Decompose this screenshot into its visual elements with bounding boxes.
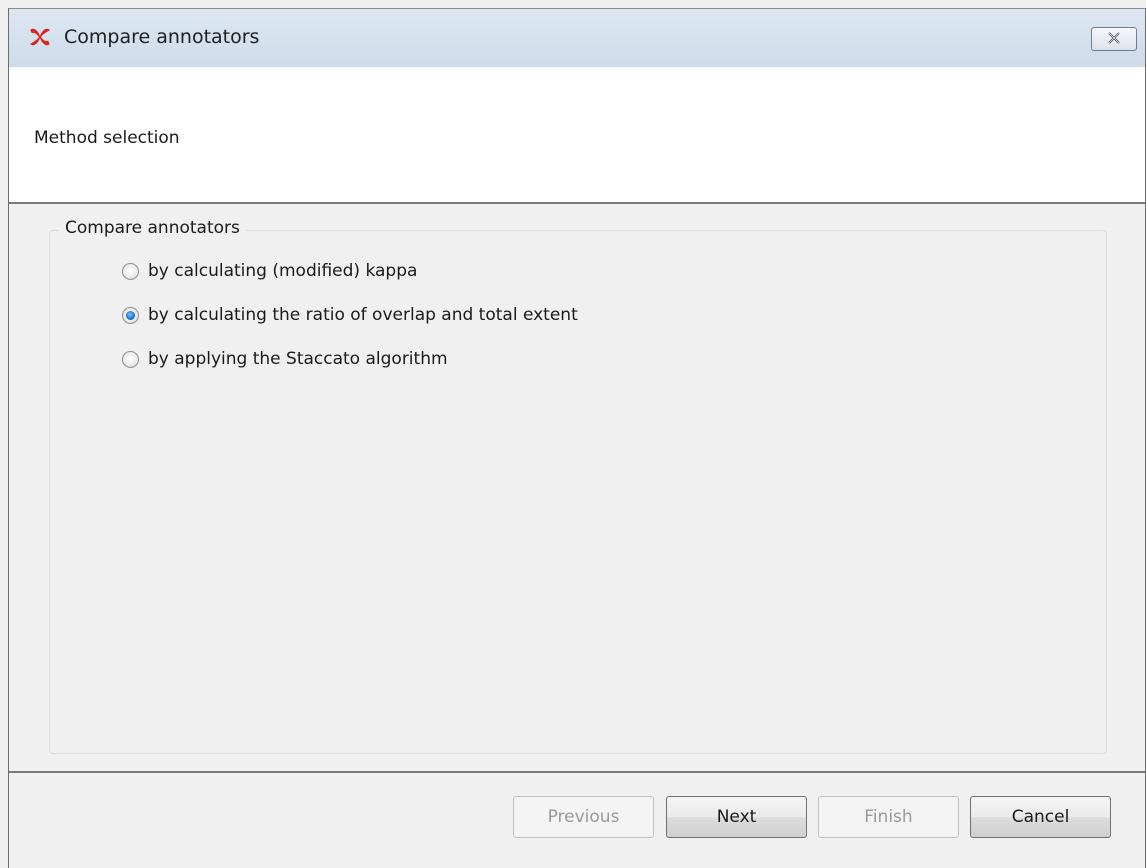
close-icon (1107, 29, 1121, 49)
wizard-header: Method selection (9, 67, 1145, 204)
option-staccato-label: by applying the Staccato algorithm (148, 349, 448, 369)
previous-button[interactable]: Previous (513, 796, 654, 838)
radio-kappa[interactable] (122, 262, 139, 280)
step-title: Method selection (34, 128, 180, 148)
finish-button[interactable]: Finish (818, 796, 959, 838)
radio-staccato[interactable] (122, 350, 139, 368)
option-kappa[interactable]: by calculating (modified) kappa (122, 261, 417, 281)
cancel-button[interactable]: Cancel (970, 796, 1111, 838)
option-kappa-label: by calculating (modified) kappa (148, 261, 418, 281)
radio-overlap-ratio[interactable] (122, 306, 139, 324)
dialog-window: Compare annotators Method selection Comp… (8, 8, 1146, 868)
next-button[interactable]: Next (666, 796, 807, 838)
option-overlap-ratio-label: by calculating the ratio of overlap and … (148, 305, 578, 325)
groupbox-legend: Compare annotators (59, 218, 246, 238)
option-overlap-ratio[interactable]: by calculating the ratio of overlap and … (122, 305, 578, 325)
footer-separator (9, 771, 1145, 773)
option-staccato[interactable]: by applying the Staccato algorithm (122, 349, 448, 369)
app-logo-icon (27, 24, 53, 50)
title-bar[interactable]: Compare annotators (9, 9, 1145, 68)
close-button[interactable] (1091, 27, 1137, 51)
window-title: Compare annotators (64, 26, 260, 48)
